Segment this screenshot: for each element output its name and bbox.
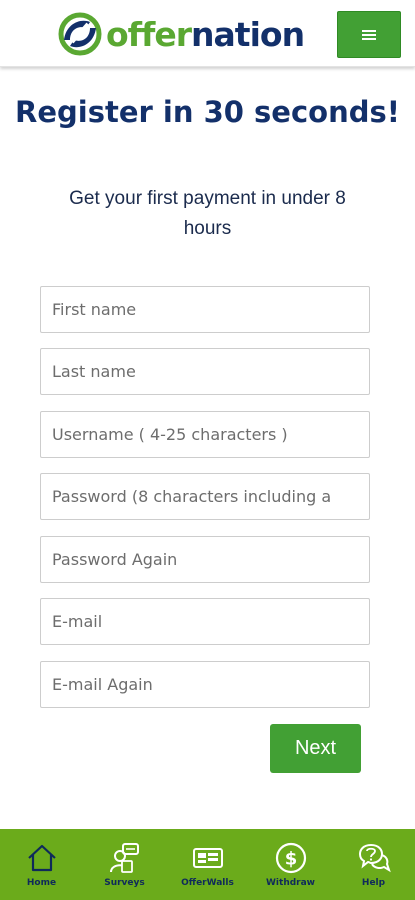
nav-item-home[interactable]: Home [0,829,83,900]
next-button[interactable]: Next [270,724,361,773]
password-input[interactable] [40,473,370,520]
nav-label-offerwalls: OfferWalls [181,878,234,888]
header: offernation [0,0,415,67]
offerwalls-icon [192,848,223,868]
logo-text-offer: offer [106,14,192,54]
page-title: Register in 30 seconds! [15,95,400,129]
logo-text: offernation [106,14,305,54]
username-input[interactable] [40,411,370,458]
nav-item-surveys[interactable]: Surveys [83,829,166,900]
menu-button[interactable] [337,11,401,58]
nav-label-help: Help [361,878,386,888]
nav-label-home: Home [26,878,57,888]
home-icon [27,844,56,872]
email-input[interactable] [40,598,370,645]
nav-item-withdraw[interactable]: $ Withdraw [249,829,332,900]
help-icon [358,843,391,873]
dollar-icon: $ [275,842,306,874]
logo-text-nation: nation [191,14,305,54]
hamburger-icon [362,28,376,42]
first-name-input[interactable] [40,286,370,333]
svg-text:$: $ [284,849,297,870]
nav-label-surveys: Surveys [104,878,145,888]
email-again-input[interactable] [40,661,370,708]
surveys-icon [109,843,139,873]
bottom-nav: Home Surveys OfferWalls $ Withdraw Help [0,829,415,900]
nav-label-withdraw: Withdraw [266,878,315,888]
password-again-input[interactable] [40,536,370,583]
nav-item-help[interactable]: Help [332,829,415,900]
last-name-input[interactable] [40,348,370,395]
logo[interactable]: offernation [58,10,305,58]
nav-item-offerwalls[interactable]: OfferWalls [166,829,249,900]
page-subtitle: Get your first payment in under 8 hours [69,188,346,239]
logo-icon [58,12,102,56]
